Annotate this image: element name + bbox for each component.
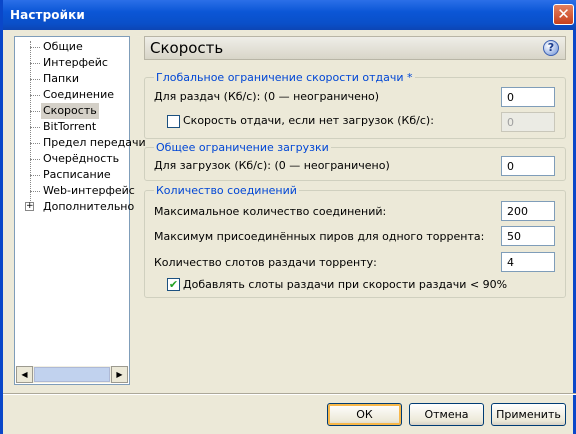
cancel-button[interactable]: Отмена bbox=[409, 403, 484, 426]
title-bar[interactable]: Настройки ✕ bbox=[3, 0, 576, 30]
tree-connector bbox=[30, 47, 40, 48]
ok-button[interactable]: ОК bbox=[327, 403, 402, 426]
alt-upload-input[interactable] bbox=[501, 112, 555, 132]
tree-connector bbox=[30, 95, 40, 96]
max-peers-label: Максимум присоединённых пиров для одного… bbox=[154, 230, 485, 243]
tree-connector bbox=[30, 143, 40, 144]
upload-limit-legend: Глобальное ограничение скорости отдачи * bbox=[154, 71, 415, 84]
close-icon[interactable]: ✕ bbox=[553, 4, 574, 25]
tree-guide-line bbox=[30, 41, 31, 207]
tree-connector bbox=[30, 79, 40, 80]
max-connections-input[interactable] bbox=[501, 201, 555, 221]
settings-window: Настройки ✕ Общие Интерфейс Папки Соедин… bbox=[0, 0, 576, 434]
scroll-thumb[interactable] bbox=[34, 367, 110, 382]
tree-connector bbox=[30, 127, 40, 128]
panel-header: Скорость ? bbox=[144, 36, 566, 60]
download-rate-input[interactable] bbox=[501, 156, 555, 176]
alt-upload-checkbox[interactable] bbox=[167, 115, 180, 128]
upload-rate-input[interactable] bbox=[501, 87, 555, 107]
upload-limit-group: Глобальное ограничение скорости отдачи *… bbox=[144, 71, 566, 139]
window-title: Настройки bbox=[10, 8, 85, 22]
download-limit-legend: Общее ограничение загрузки bbox=[154, 141, 331, 154]
scroll-left-icon[interactable]: ◀ bbox=[16, 366, 33, 383]
tree-connector bbox=[30, 63, 40, 64]
button-divider bbox=[3, 393, 576, 395]
max-peers-input[interactable] bbox=[501, 226, 555, 246]
help-icon[interactable]: ? bbox=[543, 40, 559, 56]
scroll-right-icon[interactable]: ▶ bbox=[111, 366, 128, 383]
extra-slots-checkbox[interactable]: ✔ bbox=[167, 278, 180, 291]
tree-connector bbox=[30, 159, 40, 160]
download-rate-label: Для загрузок (Кб/с): (0 — неограничено) bbox=[154, 159, 390, 172]
alt-upload-label: Скорость отдачи, если нет загрузок (Кб/с… bbox=[183, 114, 434, 127]
extra-slots-label: Добавлять слоты раздачи при скорости раз… bbox=[183, 278, 508, 291]
settings-tree: Общие Интерфейс Папки Соединение Скорост… bbox=[14, 36, 146, 385]
apply-button[interactable]: Применить bbox=[491, 403, 566, 426]
tree-connector bbox=[30, 175, 40, 176]
max-connections-label: Максимальное количество соединений: bbox=[154, 205, 387, 218]
page-title: Скорость bbox=[150, 39, 224, 57]
upload-slots-label: Количество слотов раздачи торренту: bbox=[154, 256, 377, 269]
upload-slots-input[interactable] bbox=[501, 252, 555, 272]
tree-connector bbox=[30, 111, 40, 112]
upload-rate-label: Для раздач (Кб/с): (0 — неограничено) bbox=[154, 90, 380, 103]
connections-legend: Количество соединений bbox=[154, 184, 299, 197]
download-limit-group: Общее ограничение загрузки Для загрузок … bbox=[144, 141, 566, 181]
expand-plus-icon[interactable]: + bbox=[25, 202, 34, 211]
connections-group: Количество соединений Максимальное колич… bbox=[144, 184, 566, 298]
tree-horizontal-scrollbar[interactable]: ◀ ▶ bbox=[16, 366, 128, 383]
tree-connector bbox=[30, 191, 40, 192]
